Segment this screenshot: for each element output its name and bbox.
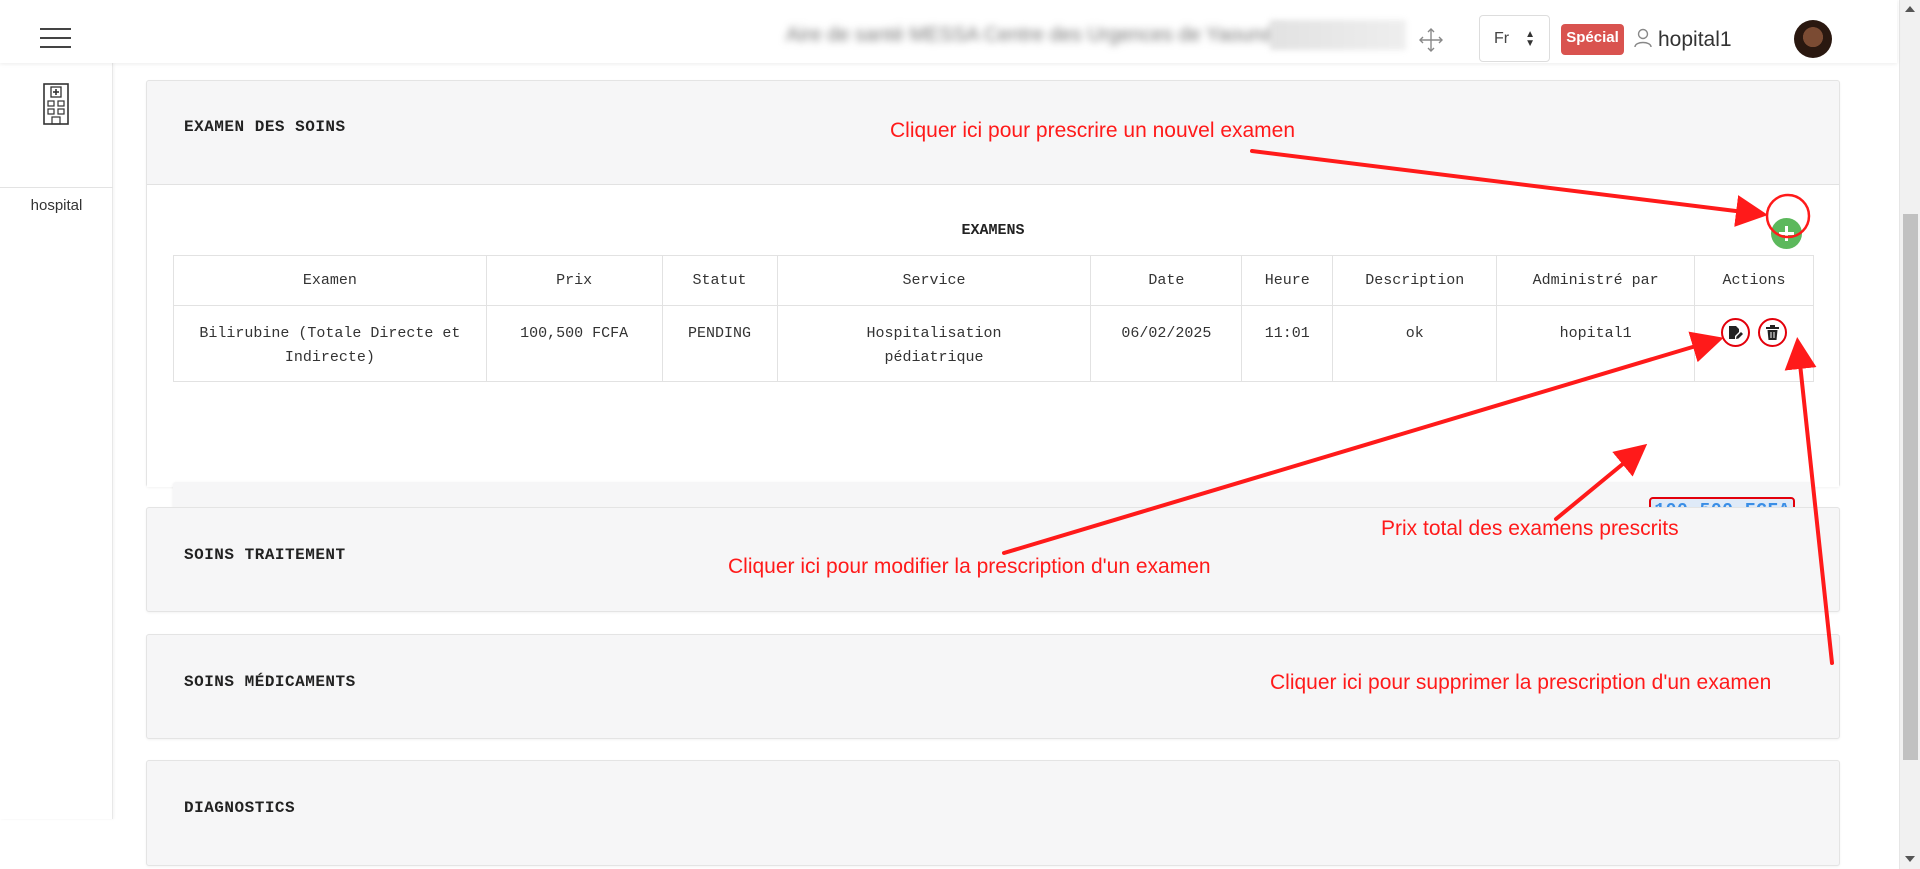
- menu-icon[interactable]: [40, 28, 71, 48]
- user-icon: [1634, 28, 1652, 48]
- scroll-up-icon[interactable]: [1905, 6, 1915, 12]
- cell-time: 11:01: [1241, 305, 1334, 382]
- column-header: Date: [1090, 255, 1243, 306]
- sidebar: hospital: [0, 63, 113, 819]
- exams-table: Examen Prix Statut Service Date Heure De…: [173, 255, 1814, 382]
- edit-document-icon: [1729, 326, 1743, 339]
- top-bar: Aire de santé MESSA Centre des Urgences …: [0, 0, 1897, 63]
- sidebar-item-hospital[interactable]: [0, 63, 113, 188]
- column-header: Heure: [1241, 255, 1334, 306]
- scroll-thumb[interactable]: [1903, 214, 1918, 760]
- language-select[interactable]: Fr ▲ ▼: [1479, 15, 1550, 62]
- cell-description: ok: [1332, 305, 1498, 382]
- cell-actions: [1694, 305, 1814, 382]
- sidebar-item-label: hospital: [30, 197, 83, 214]
- annotation-delete: Cliquer ici pour supprimer la prescripti…: [1270, 671, 1772, 694]
- column-header: Prix: [485, 255, 663, 306]
- language-value: Fr: [1494, 30, 1510, 47]
- delete-exam-button[interactable]: [1758, 318, 1787, 347]
- trash-icon: [1766, 325, 1779, 340]
- column-header: Description: [1332, 255, 1498, 306]
- avatar[interactable]: [1794, 20, 1832, 58]
- hospital-icon: [43, 83, 69, 125]
- scroll-down-icon[interactable]: [1905, 856, 1915, 862]
- exam-care-title: EXAMEN DES SOINS: [184, 118, 346, 136]
- care-medications-title: SOINS MÉDICAMENTS: [184, 673, 356, 691]
- column-header: Examen: [173, 255, 487, 306]
- column-header: Statut: [661, 255, 778, 306]
- select-arrows-icon: ▲ ▼: [1525, 29, 1535, 49]
- vertical-scrollbar[interactable]: [1899, 0, 1920, 869]
- cell-service: Hospitalisation pédiatrique: [776, 305, 1092, 382]
- cell-exam: Bilirubine (Totale Directe et Indirecte): [173, 305, 487, 382]
- exams-table-title: EXAMENS: [961, 222, 1025, 239]
- table-row: Bilirubine (Totale Directe et Indirecte)…: [173, 305, 1814, 382]
- column-header: Administré par: [1496, 255, 1695, 306]
- exam-care-body: EXAMENS Examen Prix Statut Service Date …: [147, 185, 1839, 546]
- add-exam-button[interactable]: [1771, 218, 1802, 249]
- username[interactable]: hopital1: [1658, 28, 1732, 52]
- annotation-add: Cliquer ici pour prescrire un nouvel exa…: [890, 119, 1296, 142]
- cell-date: 06/02/2025: [1090, 305, 1243, 382]
- cell-status: PENDING: [661, 305, 778, 382]
- diagnostics-card[interactable]: DIAGNOSTICS: [146, 760, 1840, 866]
- facility-name-blur: [1270, 20, 1406, 50]
- special-badge[interactable]: Spécial: [1561, 24, 1624, 55]
- table-header-row: Examen Prix Statut Service Date Heure De…: [173, 255, 1814, 306]
- cell-administered-by: hopital1: [1496, 305, 1695, 382]
- annotation-edit: Cliquer ici pour modifier la prescriptio…: [728, 555, 1211, 578]
- annotation-total: Prix total des examens prescrits: [1381, 517, 1679, 540]
- care-treatment-title: SOINS TRAITEMENT: [184, 546, 346, 564]
- cell-price: 100,500 FCFA: [485, 305, 663, 382]
- column-header: Service: [776, 255, 1092, 306]
- column-header: Actions: [1694, 255, 1814, 306]
- diagnostics-title: DIAGNOSTICS: [184, 799, 296, 817]
- edit-exam-button[interactable]: [1721, 318, 1750, 347]
- fullscreen-icon[interactable]: [1418, 27, 1444, 53]
